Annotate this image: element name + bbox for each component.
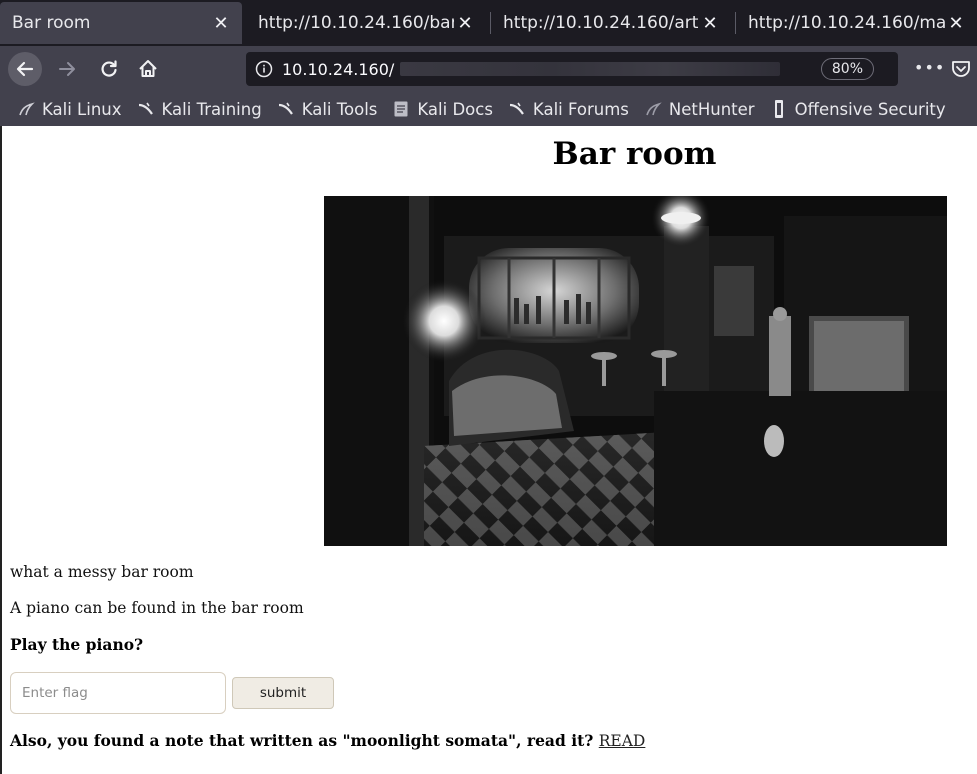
address-bar[interactable]: 10.10.24.160/ 80% <box>246 52 898 86</box>
bookmark-label: Kali Linux <box>42 99 122 119</box>
reload-icon <box>101 60 117 77</box>
close-icon[interactable]: ✕ <box>454 13 476 34</box>
url-text: 10.10.24.160/ <box>282 59 395 79</box>
bookmark-offensive-security[interactable]: Offensive Security <box>769 99 946 119</box>
offsec-icon <box>769 99 789 119</box>
home-icon <box>139 60 157 77</box>
bookmark-label: Kali Forums <box>532 99 629 119</box>
submit-button[interactable]: submit <box>232 677 334 709</box>
bookmark-nethunter[interactable]: NetHunter <box>643 99 755 119</box>
home-button[interactable] <box>131 52 165 86</box>
play-piano-prompt: Play the piano? <box>10 635 144 654</box>
zoom-level-badge[interactable]: 80% <box>820 58 874 80</box>
info-icon[interactable] <box>246 60 282 78</box>
page-title: Bar room <box>552 136 717 172</box>
back-arrow-icon <box>16 61 34 77</box>
close-icon[interactable]: ✕ <box>699 13 721 34</box>
forward-button[interactable] <box>50 52 84 86</box>
bookmark-kali-tools[interactable]: Kali Tools <box>276 99 378 119</box>
note-text: Also, you found a note that written as "… <box>10 731 594 750</box>
tab-mar[interactable]: http://10.10.24.160/mar ✕ <box>736 2 977 44</box>
tab-art[interactable]: http://10.10.24.160/artF ✕ <box>491 2 731 44</box>
bookmark-kali-forums[interactable]: Kali Forums <box>507 99 629 119</box>
tab-label: http://10.10.24.160/bar <box>258 13 454 33</box>
bookmark-kali-docs[interactable]: Kali Docs <box>391 99 493 119</box>
browser-chrome: Bar room ✕ http://10.10.24.160/bar ✕ htt… <box>0 0 977 126</box>
bookmark-kali-linux[interactable]: Kali Linux <box>16 99 122 119</box>
note-message: Also, you found a note that written as "… <box>10 731 645 750</box>
reload-button[interactable] <box>92 52 126 86</box>
bookmark-label: Offensive Security <box>794 99 946 119</box>
kali-docs-icon <box>391 99 411 119</box>
tab-label: http://10.10.24.160/artF <box>503 13 699 33</box>
room-description: what a messy bar room <box>10 563 194 581</box>
kali-dragon-icon <box>16 99 36 119</box>
tab-strip: Bar room ✕ http://10.10.24.160/bar ✕ htt… <box>0 0 977 46</box>
tab-bar[interactable]: http://10.10.24.160/bar ✕ <box>246 2 486 44</box>
bar-room-image <box>324 196 947 546</box>
bookmark-label: Kali Docs <box>417 99 493 119</box>
close-icon[interactable]: ✕ <box>945 13 967 34</box>
kali-dragon-icon <box>507 99 527 119</box>
nethunter-icon <box>643 99 663 119</box>
page-content: Bar room what a messy bar room A piano c… <box>0 126 977 774</box>
flag-input[interactable] <box>10 672 226 714</box>
bookmark-label: NetHunter <box>668 99 755 119</box>
piano-note: A piano can be found in the bar room <box>10 599 304 617</box>
bookmarks-toolbar: Kali Linux Kali Training Kali Tools Kali… <box>0 92 977 126</box>
tab-bar-room[interactable]: Bar room ✕ <box>0 2 242 44</box>
bookmark-label: Kali Tools <box>301 99 378 119</box>
url-redacted <box>400 62 781 76</box>
kali-dragon-icon <box>276 99 296 119</box>
bookmark-label: Kali Training <box>161 99 262 119</box>
navigation-toolbar: 10.10.24.160/ 80% ••• <box>0 46 977 92</box>
bookmark-kali-training[interactable]: Kali Training <box>136 99 262 119</box>
read-link[interactable]: READ <box>599 732 646 750</box>
tab-label: http://10.10.24.160/mar <box>748 13 945 33</box>
forward-arrow-icon <box>59 62 75 76</box>
kali-dragon-icon <box>136 99 156 119</box>
page-actions-more-icon[interactable]: ••• <box>914 58 945 77</box>
pocket-icon[interactable] <box>950 58 972 80</box>
close-icon[interactable]: ✕ <box>210 13 232 34</box>
tab-label: Bar room <box>12 13 91 33</box>
back-button[interactable] <box>8 52 42 86</box>
